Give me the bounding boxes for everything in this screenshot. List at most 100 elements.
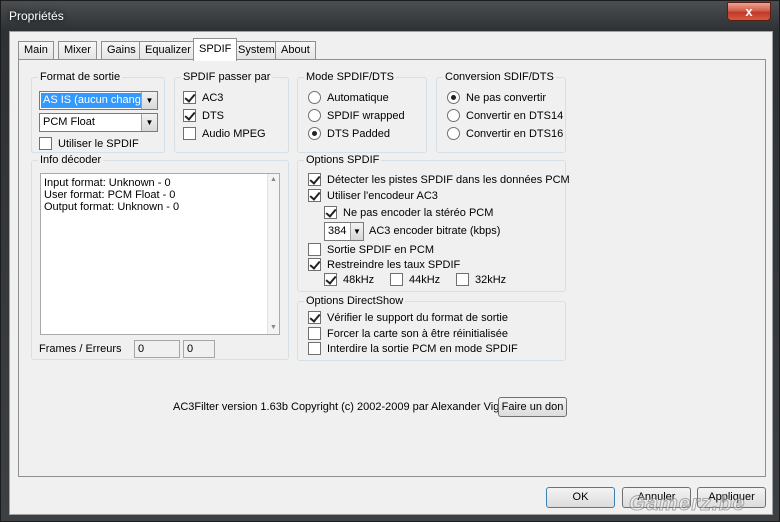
scroll-up-icon[interactable]: ▲ [268, 175, 279, 185]
use-encoder-checkbox[interactable] [308, 189, 321, 202]
info-line: Output format: Unknown - 0 [44, 201, 180, 213]
rate-44-option[interactable]: 44kHz [390, 273, 440, 286]
rate-32-checkbox[interactable] [456, 273, 469, 286]
restrict-rates-option[interactable]: Restreindre les taux SPDIF [308, 258, 460, 271]
title-bar[interactable]: Propriétés x [1, 1, 780, 31]
mode-padded-radio[interactable] [308, 127, 321, 140]
convert-dts16-radio[interactable] [447, 127, 460, 140]
passthrough-dts-option[interactable]: DTS [183, 109, 224, 122]
spdif-pcm-option[interactable]: Sortie SPDIF en PCM [308, 243, 434, 256]
group-conversion: Conversion SDIF/DTS Ne pas convertir Con… [436, 71, 566, 153]
verify-format-checkbox[interactable] [308, 311, 321, 324]
chevron-down-icon[interactable]: ▼ [141, 92, 157, 109]
tab-about[interactable]: About [275, 41, 316, 60]
detect-spdif-checkbox[interactable] [308, 173, 321, 186]
detect-spdif-label: Détecter les pistes SPDIF dans les donné… [327, 173, 570, 186]
convert-none-label: Ne pas convertir [466, 91, 547, 104]
use-encoder-option[interactable]: Utiliser l'encodeur AC3 [308, 189, 438, 202]
bitrate-select[interactable]: 384 ▼ [324, 222, 364, 241]
tab-gains[interactable]: Gains [101, 41, 142, 60]
group-directshow: Options DirectShow Vérifier le support d… [297, 295, 566, 361]
forbid-pcm-checkbox[interactable] [308, 342, 321, 355]
group-options-spdif: Options SPDIF Détecter les pistes SPDIF … [297, 154, 570, 292]
mode-auto-option[interactable]: Automatique [308, 91, 389, 104]
use-spdif-label: Utiliser le SPDIF [58, 137, 139, 150]
detect-spdif-option[interactable]: Détecter les pistes SPDIF dans les donné… [308, 173, 570, 186]
group-info-decoder: Info décoder Input format: Unknown - 0 U… [31, 154, 289, 360]
dts-label: DTS [202, 109, 224, 122]
group-title-format: Format de sortie [38, 71, 123, 83]
sample-format-value: PCM Float [43, 116, 95, 128]
copyright-text: AC3Filter version 1.63b Copyright (c) 20… [173, 401, 528, 413]
rate-44-label: 44kHz [409, 273, 441, 286]
output-format-select[interactable]: AS IS (aucun changem ▼ [39, 91, 158, 110]
audio-mpeg-checkbox[interactable] [183, 127, 196, 140]
ok-button[interactable]: OK [546, 487, 615, 508]
chevron-down-icon[interactable]: ▼ [350, 223, 363, 240]
tab-spdif[interactable]: SPDIF [193, 38, 238, 61]
forbid-pcm-option[interactable]: Interdire la sortie PCM en mode SPDIF [308, 342, 518, 355]
no-stereo-option[interactable]: Ne pas encoder la stéréo PCM [324, 206, 493, 219]
tab-equalizer[interactable]: Equalizer [139, 41, 197, 60]
mode-wrapped-radio[interactable] [308, 109, 321, 122]
mode-padded-label: DTS Padded [327, 127, 390, 140]
frames-field: 0 [134, 340, 180, 358]
verify-format-label: Vérifier le support du format de sortie [327, 311, 508, 324]
audio-mpeg-label: Audio MPEG [202, 127, 266, 140]
group-format-sortie: Format de sortie AS IS (aucun changem ▼ … [31, 71, 165, 153]
chevron-down-icon[interactable]: ▼ [141, 114, 157, 131]
bitrate-label: AC3 encoder bitrate (kbps) [369, 225, 501, 237]
passthrough-ac3-option[interactable]: AC3 [183, 91, 223, 104]
ac3-checkbox[interactable] [183, 91, 196, 104]
use-spdif-option[interactable]: Utiliser le SPDIF [39, 137, 139, 150]
rate-48-checkbox[interactable] [324, 273, 337, 286]
mode-wrapped-label: SPDIF wrapped [327, 109, 405, 122]
convert-none-option[interactable]: Ne pas convertir [447, 91, 546, 104]
verify-format-option[interactable]: Vérifier le support du format de sortie [308, 311, 508, 324]
mode-auto-radio[interactable] [308, 91, 321, 104]
force-reinit-option[interactable]: Forcer la carte son à être réinitialisée [308, 327, 508, 340]
frames-errors-label: Frames / Erreurs [39, 343, 122, 355]
group-title-options-spdif: Options SPDIF [304, 154, 382, 166]
rate-32-label: 32kHz [475, 273, 507, 286]
group-passer-par: SPDIF passer par AC3 DTS Audio MPEG [174, 71, 289, 153]
spdif-pcm-checkbox[interactable] [308, 243, 321, 256]
use-spdif-checkbox[interactable] [39, 137, 52, 150]
dialog-client: Main Mixer Gains Equalizer SPDIF System … [9, 31, 773, 515]
mode-wrapped-option[interactable]: SPDIF wrapped [308, 109, 405, 122]
tab-mixer[interactable]: Mixer [58, 41, 97, 60]
force-reinit-checkbox[interactable] [308, 327, 321, 340]
convert-none-radio[interactable] [447, 91, 460, 104]
group-title-conversion: Conversion SDIF/DTS [443, 71, 556, 83]
tab-main[interactable]: Main [18, 41, 54, 60]
passthrough-mpeg-option[interactable]: Audio MPEG [183, 127, 266, 140]
rate-48-option[interactable]: 48kHz [324, 273, 374, 286]
no-stereo-checkbox[interactable] [324, 206, 337, 219]
info-scrollbar[interactable]: ▲ ▼ [267, 174, 279, 334]
restrict-rates-checkbox[interactable] [308, 258, 321, 271]
convert-dts14-radio[interactable] [447, 109, 460, 122]
sample-format-select[interactable]: PCM Float ▼ [39, 113, 158, 132]
decoder-info-text[interactable]: Input format: Unknown - 0 User format: P… [40, 173, 280, 335]
convert-dts14-option[interactable]: Convertir en DTS14 [447, 109, 563, 122]
mode-auto-label: Automatique [327, 91, 389, 104]
forbid-pcm-label: Interdire la sortie PCM en mode SPDIF [327, 342, 518, 355]
donate-button[interactable]: Faire un don [498, 397, 567, 417]
errors-field: 0 [183, 340, 215, 358]
convert-dts16-option[interactable]: Convertir en DTS16 [447, 127, 563, 140]
scroll-down-icon[interactable]: ▼ [268, 323, 279, 333]
close-button[interactable]: x [727, 2, 771, 21]
group-title-directshow: Options DirectShow [304, 295, 406, 307]
restrict-rates-label: Restreindre les taux SPDIF [327, 258, 461, 271]
group-mode-dts: Mode SPDIF/DTS Automatique SPDIF wrapped… [297, 71, 427, 153]
dts-checkbox[interactable] [183, 109, 196, 122]
bitrate-value: 384 [328, 225, 347, 237]
tab-system[interactable]: System [232, 41, 281, 60]
convert-dts16-label: Convertir en DTS16 [466, 127, 564, 140]
force-reinit-label: Forcer la carte son à être réinitialisée [327, 327, 508, 340]
spdif-page: Format de sortie AS IS (aucun changem ▼ … [18, 59, 766, 477]
rate-44-checkbox[interactable] [390, 273, 403, 286]
watermark-logo: Gamerz.be [628, 492, 746, 516]
mode-padded-option[interactable]: DTS Padded [308, 127, 390, 140]
rate-32-option[interactable]: 32kHz [456, 273, 506, 286]
